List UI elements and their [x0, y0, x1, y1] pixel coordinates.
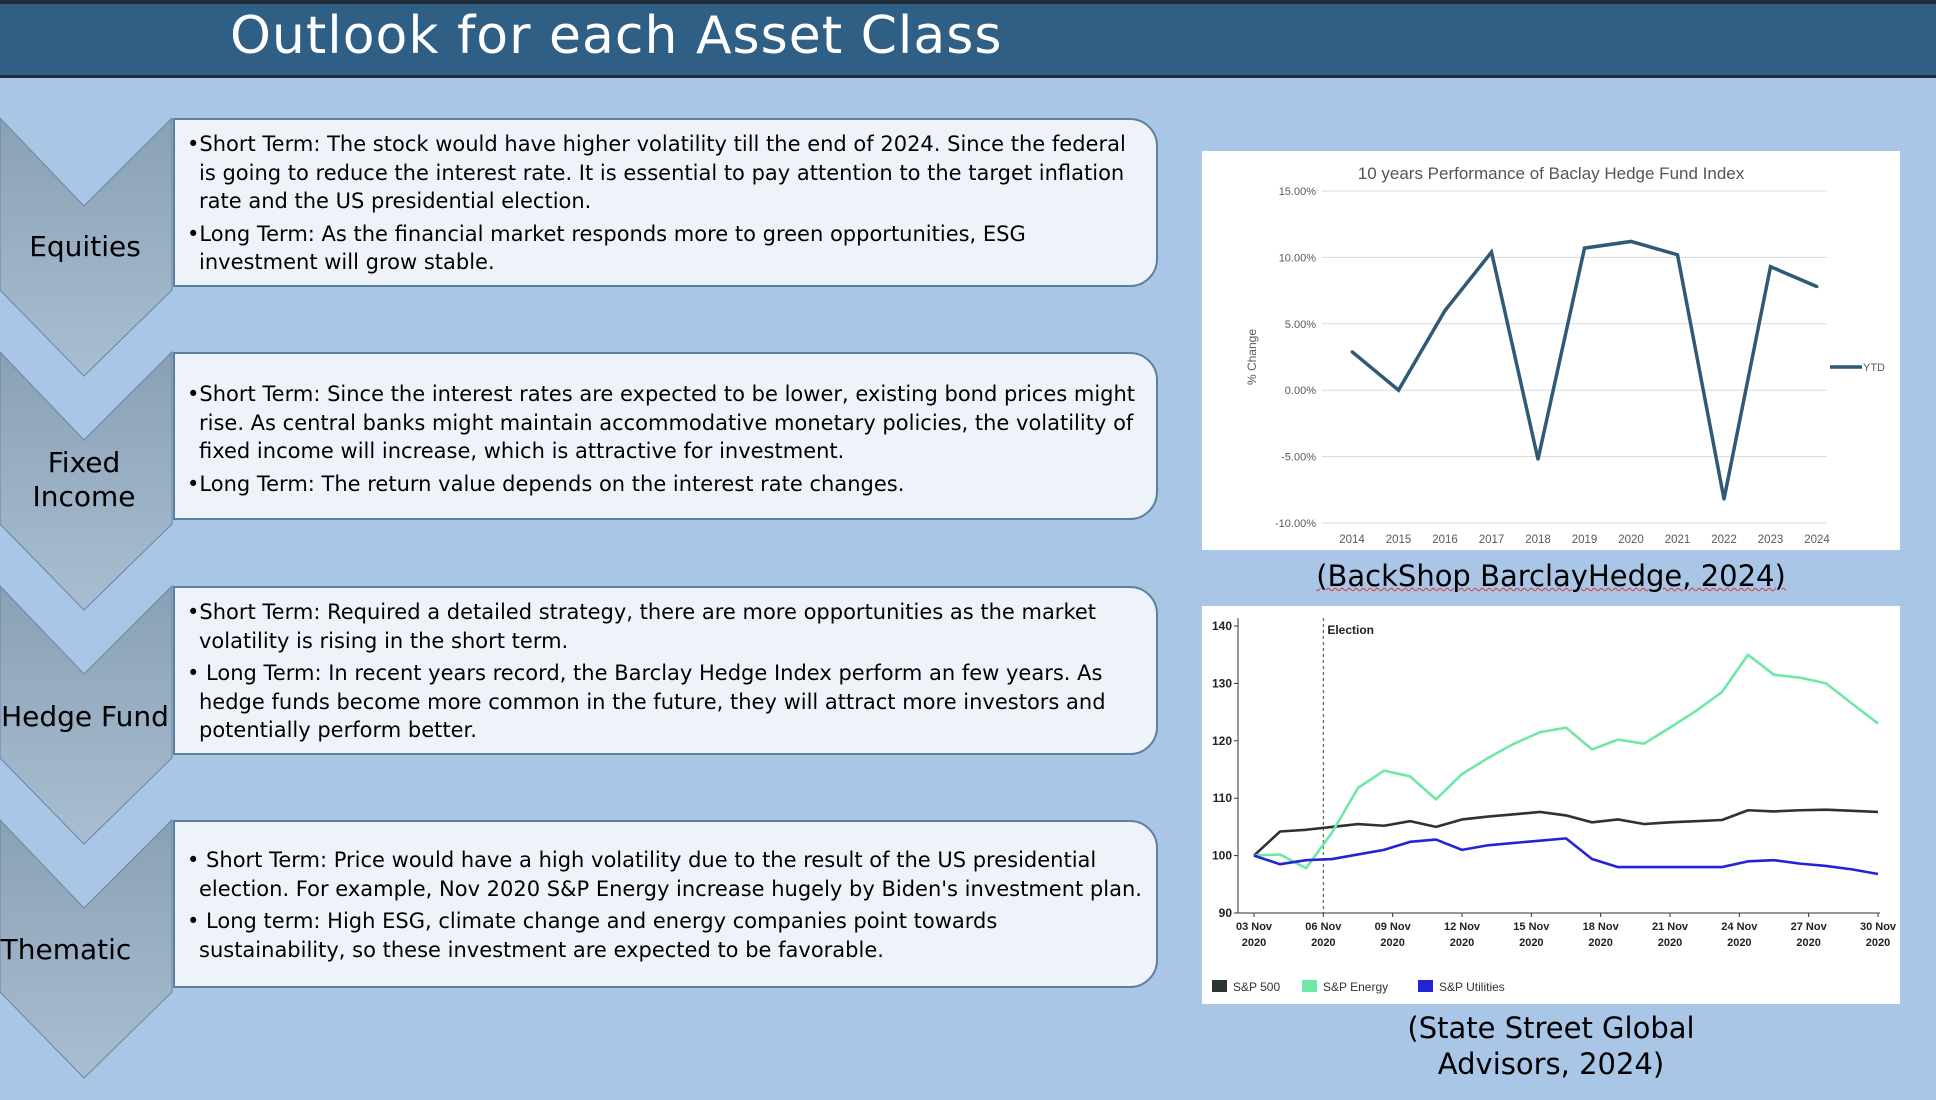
- chart2-xtick-label: 18 Nov: [1583, 921, 1620, 933]
- chart2-series-sp-utilities-line: [1253, 837, 1879, 876]
- hedge-fund-long-term: • Long Term: In recent years record, the…: [187, 661, 1106, 742]
- chart2-ytick-label: 110: [1213, 791, 1233, 805]
- chart1-xtick-label: 2017: [1479, 534, 1505, 546]
- chart2-ytick-label: 140: [1212, 619, 1232, 633]
- chart1-ytick-label: -5.00%: [1281, 452, 1316, 464]
- chart1-xtick-label: 2020: [1618, 534, 1644, 546]
- chart1-xtick-label: 2014: [1339, 534, 1365, 546]
- chart1-panel: 10 years Performance of Baclay Hedge Fun…: [1202, 151, 1900, 550]
- chart2-series-sp-energy-line: [1253, 653, 1879, 870]
- chart2-ytick-label: 100: [1212, 849, 1232, 863]
- chart1-data-point: [1350, 350, 1354, 354]
- chart1-data-point: [1536, 457, 1540, 461]
- chart2-caption: (State Street Global Advisors, 2024): [1407, 1011, 1695, 1081]
- chart1-legend-label: YTD: [1863, 362, 1885, 374]
- chart2-legend-swatch: [1302, 980, 1317, 992]
- chart2-xtick-year: 2020: [1727, 937, 1751, 949]
- chart2-series-sp500-line: [1253, 808, 1879, 857]
- chart2-panel: 90 100 110 120 130 140 03 Nov 2020 06 Nov 2020 09 …: [1202, 606, 1900, 1004]
- chart2-ytick-label: 120: [1212, 734, 1232, 748]
- chart1-hedge-fund-index: 10 years Performance of Baclay Hedge Fun…: [1245, 164, 1885, 546]
- section-label-hedge-fund: Hedge Fund: [1, 700, 169, 733]
- chart1-data-point: [1583, 246, 1586, 250]
- card-hedge-fund: •Short Term: Required a detailed strateg…: [173, 586, 1158, 755]
- chart2-xtick-label: 24 Nov: [1721, 921, 1758, 933]
- chart2-xtick-label: 06 Nov: [1305, 921, 1342, 933]
- chart2-xtick-label: 21 Nov: [1652, 921, 1689, 933]
- chart1-xtick-label: 2022: [1711, 534, 1737, 546]
- chart2-legend-swatch: [1418, 980, 1433, 992]
- chart1-data-point: [1443, 309, 1447, 313]
- section-label-thematic: Thematic: [0, 933, 132, 966]
- chart2-ytick-label: 130: [1212, 676, 1232, 690]
- chart1-title: 10 years Performance of Baclay Hedge Fun…: [1358, 164, 1745, 183]
- equities-long-term: •Long Term: As the financial market resp…: [187, 221, 1026, 275]
- chart1-xtick-label: 2018: [1525, 534, 1551, 546]
- chart1-data-point: [1490, 250, 1493, 254]
- chart2-xtick-label: 15 Nov: [1513, 921, 1550, 933]
- section-label-fixed-income: Fixed Income: [32, 446, 136, 513]
- card-fixed-income: •Short Term: Since the interest rates ar…: [173, 352, 1158, 520]
- chart2-xtick-label: 09 Nov: [1375, 921, 1412, 933]
- thematic-long-term: • Long term: High ESG, climate change an…: [187, 909, 998, 962]
- chart2-xtick-label: 03 Nov: [1236, 921, 1273, 933]
- chart1-data-point: [1769, 265, 1772, 269]
- chart1-caption-text: (BackShop BarclayHedge, 2024): [1316, 559, 1786, 593]
- chart1-data-point: [1397, 388, 1400, 392]
- chart2-xtick-year: 2020: [1519, 937, 1543, 949]
- chart2-xtick-label: 12 Nov: [1444, 921, 1481, 933]
- chart1-xtick-label: 2023: [1758, 534, 1784, 546]
- chart1-xtick-label: 2024: [1804, 534, 1830, 546]
- chart1-data-point: [1722, 497, 1726, 501]
- card-equities: •Short Term: The stock would have higher…: [173, 118, 1158, 287]
- chart2-xtick-year: 2020: [1658, 937, 1682, 949]
- chart1-xtick-label: 2019: [1572, 534, 1598, 546]
- chart2-ytick-label: 90: [1219, 906, 1233, 920]
- chart1-caption: (BackShop BarclayHedge, 2024): [1202, 558, 1900, 594]
- chart1-data-point: [1815, 285, 1819, 289]
- chart1-xtick-label: 2015: [1386, 534, 1412, 546]
- chart2-xtick-year: 2020: [1380, 937, 1404, 949]
- chart2-sp-sectors: 90 100 110 120 130 140 03 Nov 2020 06 Nov 2020 09 …: [1212, 618, 1897, 994]
- chart1-ytick-label: 15.00%: [1279, 186, 1317, 198]
- chart2-xtick-label: 30 Nov: [1860, 921, 1897, 933]
- chart2-legend-label: S&P Utilities: [1439, 980, 1505, 994]
- chart2-legend-label: S&P 500: [1233, 980, 1280, 994]
- hedge-fund-short-term: •Short Term: Required a detailed strateg…: [187, 600, 1097, 653]
- chart2-xtick-year: 2020: [1450, 937, 1474, 949]
- section-label-equities: Equities: [29, 230, 141, 263]
- card-thematic: • Short Term: Price would have a high vo…: [173, 820, 1158, 988]
- fixed-income-long-term: •Long Term: The return value depends on …: [187, 471, 905, 496]
- chart1-data-point: [1676, 253, 1679, 257]
- page-title: Outlook for each Asset Class: [230, 6, 1003, 66]
- chart2-xtick-year: 2020: [1242, 937, 1266, 949]
- chart2-legend-swatch: [1212, 980, 1227, 992]
- chart1-xtick-label: 2016: [1432, 534, 1458, 546]
- chart2-xtick-label: 27 Nov: [1791, 921, 1828, 933]
- chart1-ytick-label: 0.00%: [1285, 385, 1316, 397]
- chart1-ylabel: % Change: [1245, 329, 1259, 385]
- chart1-data-point: [1629, 239, 1633, 243]
- chart2-xtick-year: 2020: [1588, 937, 1612, 949]
- chart2-xtick-year: 2020: [1311, 937, 1335, 949]
- thematic-short-term: • Short Term: Price would have a high vo…: [187, 848, 1142, 901]
- chart1-ytick-label: 10.00%: [1279, 252, 1317, 264]
- equities-short-term: •Short Term: The stock would have higher…: [187, 132, 1126, 213]
- chart2-annotation-election: Election: [1327, 623, 1374, 637]
- chart1-xtick-label: 2021: [1665, 534, 1691, 546]
- chart2-xtick-year: 2020: [1796, 937, 1820, 949]
- chart1-ytick-label: -10.00%: [1275, 518, 1316, 530]
- chart2-legend-label: S&P Energy: [1323, 980, 1388, 994]
- title-bar: Outlook for each Asset Class: [0, 0, 1936, 78]
- chart2-xtick-year: 2020: [1866, 937, 1890, 949]
- chart1-series-ytd-line: [1350, 239, 1818, 500]
- fixed-income-short-term: •Short Term: Since the interest rates ar…: [187, 382, 1136, 463]
- chart1-ytick-label: 5.00%: [1285, 319, 1316, 331]
